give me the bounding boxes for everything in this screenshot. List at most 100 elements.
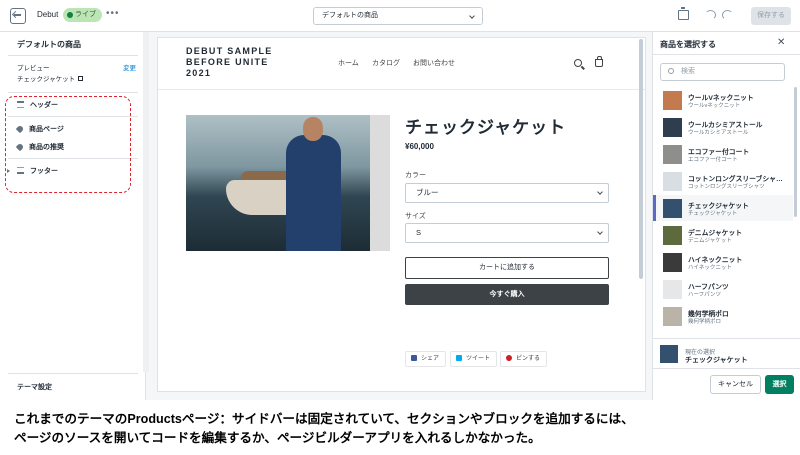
top-bar: Debut ライブ ••• デフォルトの商品 保存する (0, 0, 800, 32)
product-thumbnail (663, 307, 682, 326)
product-handle: ウールvネックニット (688, 103, 741, 109)
sections-sidebar: デフォルトの商品 プレビュー 変更 チェックジャケット ヘッダー 商品ページ 商… (0, 32, 146, 400)
add-to-cart-button[interactable]: カートに追加する (405, 257, 609, 279)
facebook-share-button[interactable]: シェア (405, 351, 447, 367)
product-handle: チェックジャケット (688, 211, 738, 217)
preview-product-name: チェックジャケット (17, 76, 76, 83)
template-select-value: デフォルトの商品 (322, 12, 378, 19)
caption: これまでのテーマのProductsページ：サイドバーは固定されていて、セクション… (14, 410, 794, 448)
preview-label: プレビュー (17, 65, 50, 72)
photo-shape (370, 115, 390, 251)
caption-line: ページのソースを開いてコードを編集するか、ページビルダーアプリを入れるしかなかっ… (14, 431, 541, 445)
color-select[interactable]: ブルー (405, 183, 609, 203)
panel-title: 商品を選択する (660, 40, 716, 49)
close-icon[interactable]: ✕ (777, 37, 785, 48)
twitter-icon (456, 355, 462, 361)
product-picker-panel: 商品を選択する ✕ 検索 ウールVネックニット ウールvネックニット ウールカシ… (652, 32, 800, 400)
product-list-item[interactable]: ハーフパンツ ハーフパンツ (653, 276, 793, 302)
pinterest-share-button[interactable]: ピンする (500, 351, 548, 367)
size-select[interactable]: S (405, 223, 609, 243)
product-list-item[interactable]: コットンロングスリーブシャ… コットンロングスリーブシャツ (653, 168, 793, 194)
product-handle: エコファー付コート (688, 157, 738, 163)
product-list-item[interactable]: ウールカシミアストール ウールカシミアストール (653, 114, 793, 140)
divider (653, 368, 800, 369)
product-list-item[interactable]: デニムジャケット デニムジャケット (653, 222, 793, 248)
product-thumbnail (663, 280, 682, 299)
product-price: ¥60,000 (405, 142, 434, 151)
more-actions-button[interactable]: ••• (106, 8, 120, 19)
product-handle: コットンロングスリーブシャツ (688, 184, 765, 190)
current-selection: 現在の選択 チェックジャケット (653, 338, 800, 368)
photo-shape (286, 135, 341, 251)
nav-link-contact[interactable]: お問い合わせ (413, 58, 455, 68)
facebook-icon (411, 355, 417, 361)
nav-link-catalog[interactable]: カタログ (372, 58, 400, 68)
size-select-value: S (416, 228, 422, 237)
product-image (186, 115, 390, 251)
share-label: シェア (421, 356, 440, 362)
product-list-item[interactable]: 幾何学柄ポロ 幾何学柄ポロ (653, 303, 793, 329)
product-thumbnail (663, 199, 682, 218)
product-handle: ハイネックニット (688, 265, 732, 271)
product-list-item[interactable]: ハイネックニット ハイネックニット (653, 249, 793, 275)
divider (8, 373, 138, 374)
pinterest-icon (506, 355, 512, 361)
product-thumbnail (663, 91, 682, 110)
cart-icon[interactable] (595, 56, 603, 67)
product-list-item-selected[interactable]: チェックジャケット チェックジャケット (653, 195, 793, 221)
external-link-icon (78, 76, 84, 81)
redo-icon[interactable] (722, 10, 733, 20)
preview-scrollbar[interactable] (639, 37, 644, 307)
theme-name: Debut (37, 10, 59, 19)
twitter-share-button[interactable]: ツイート (450, 351, 498, 367)
scrollbar-thumb[interactable] (639, 39, 643, 279)
search-icon (668, 68, 674, 74)
theme-settings-link[interactable]: テーマ設定 (17, 382, 52, 392)
highlight-annotation (5, 96, 131, 193)
nav-link-home[interactable]: ホーム (338, 58, 359, 68)
exit-icon[interactable] (10, 8, 26, 24)
product-thumbnail (663, 253, 682, 272)
search-icon[interactable] (574, 59, 582, 67)
scrollbar-thumb[interactable] (794, 87, 797, 217)
product-list-item[interactable]: エコファー付コート エコファー付コート (653, 141, 793, 167)
product-thumbnail (663, 226, 682, 245)
template-select[interactable]: デフォルトの商品 (313, 7, 483, 25)
theme-editor: Debut ライブ ••• デフォルトの商品 保存する デフォルトの商品 プレビ… (0, 0, 800, 400)
preview-product[interactable]: チェックジャケット (17, 73, 84, 83)
search-placeholder: 検索 (681, 68, 695, 75)
chevron-down-icon (597, 229, 603, 235)
caption-line: これまでのテーマのProductsページ：サイドバーは固定されていて、セクション… (14, 412, 634, 426)
chevron-down-icon (469, 13, 475, 19)
buy-now-button[interactable]: 今すぐ購入 (405, 284, 609, 305)
color-label: カラー (405, 172, 426, 179)
chevron-down-icon (597, 189, 603, 195)
cancel-button[interactable]: キャンセル (710, 375, 761, 394)
sidebar-scrollbar[interactable] (143, 32, 149, 372)
save-button[interactable]: 保存する (751, 7, 791, 25)
product-search-input[interactable]: 検索 (660, 63, 785, 81)
product-thumbnail (663, 118, 682, 137)
size-label: サイズ (405, 213, 426, 220)
select-button[interactable]: 選択 (765, 375, 794, 394)
divider (8, 55, 138, 56)
product-thumbnail (663, 172, 682, 191)
current-selection-value: チェックジャケット (685, 357, 748, 364)
product-list-item[interactable]: ウールVネックニット ウールvネックニット (653, 87, 793, 113)
color-select-value: ブルー (416, 188, 439, 197)
current-selection-thumbnail (660, 345, 678, 363)
product-handle: 幾何学柄ポロ (688, 319, 722, 325)
store-logo[interactable]: DEBUT SAMPLE BEFORE UNITE 2021 (186, 46, 286, 79)
change-preview-link[interactable]: 変更 (123, 62, 136, 72)
live-status-badge: ライブ (63, 8, 102, 22)
undo-icon[interactable] (705, 10, 716, 20)
product-title: チェックジャケット (405, 118, 567, 137)
product-list-scrollbar[interactable] (794, 87, 798, 337)
product-handle: ハーフパンツ (688, 292, 721, 298)
device-preview-icon[interactable] (678, 7, 689, 20)
product-thumbnail (663, 145, 682, 164)
divider (8, 92, 138, 93)
divider (653, 54, 800, 55)
sidebar-title: デフォルトの商品 (17, 40, 81, 49)
share-label: ピンする (516, 356, 541, 362)
